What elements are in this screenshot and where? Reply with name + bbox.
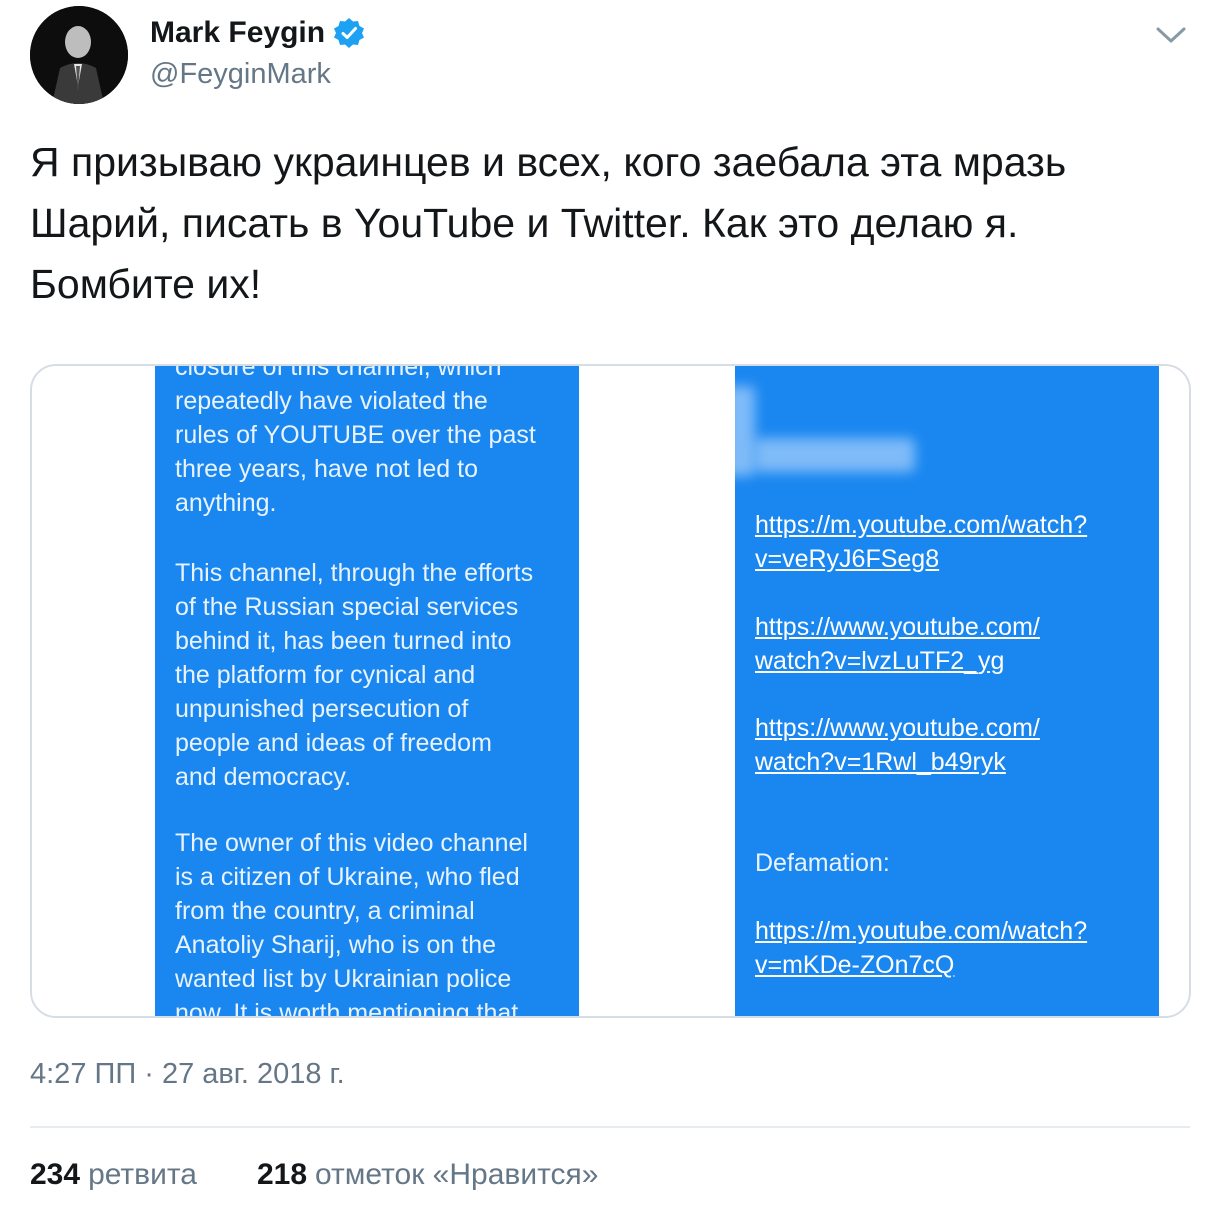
screenshot-panel-left: closure of this channel, which repeatedl… [155, 366, 579, 1016]
author-avatar[interactable] [30, 6, 128, 104]
chevron-down-icon[interactable] [1154, 22, 1188, 48]
screenshot-panel-right: https://m.youtube.com/watch? v=veRyJ6FSe… [735, 366, 1159, 1016]
retweets-label: ретвита [88, 1158, 197, 1191]
likes-count: 218 [256, 1158, 308, 1191]
tweet-media[interactable]: closure of this channel, which repeatedl… [30, 364, 1191, 1018]
author-handle[interactable]: @FeyginMark [150, 58, 331, 91]
youtube-link: https://m.youtube.com/watch? v=mKDe-ZOn7… [755, 917, 1088, 979]
divider [30, 1126, 1190, 1128]
tweet-timestamp[interactable]: 4:27 ПП · 27 авг. 2018 г. [30, 1058, 345, 1091]
youtube-link: https://www.youtube.com/ watch?v=lvzLuTF… [755, 613, 1040, 675]
retweets-count: 234 [30, 1158, 81, 1191]
retweets-stat[interactable]: 234 ретвита [30, 1158, 197, 1192]
tweet-stats: 234 ретвита 218 отметок «Нравится» [30, 1158, 598, 1192]
youtube-link: https://m.youtube.com/watch? v=veRyJ6FSe… [755, 511, 1088, 573]
panel-paragraph: closure of this channel, which repeatedl… [175, 366, 536, 517]
defamation-label: Defamation: [755, 849, 890, 877]
likes-stat[interactable]: 218 отметок «Нравится» [257, 1158, 598, 1192]
panel-paragraph: The owner of this video channel is a cit… [175, 829, 528, 1016]
author-name[interactable]: Mark Feygin [150, 16, 325, 50]
verified-badge-icon [333, 17, 365, 49]
panel-paragraph: This channel, through the efforts of the… [175, 559, 534, 791]
blurred-region [755, 438, 915, 472]
youtube-link: https://www.youtube.com/ watch?v=1Rwl_b4… [755, 714, 1040, 776]
likes-label: отметок «Нравится» [315, 1158, 599, 1191]
tweet-text: Я призываю украинцев и всех, кого заебал… [30, 139, 1067, 307]
blurred-region [735, 386, 755, 476]
author-name-row[interactable]: Mark Feygin [150, 16, 365, 50]
avatar-photo [30, 6, 128, 104]
